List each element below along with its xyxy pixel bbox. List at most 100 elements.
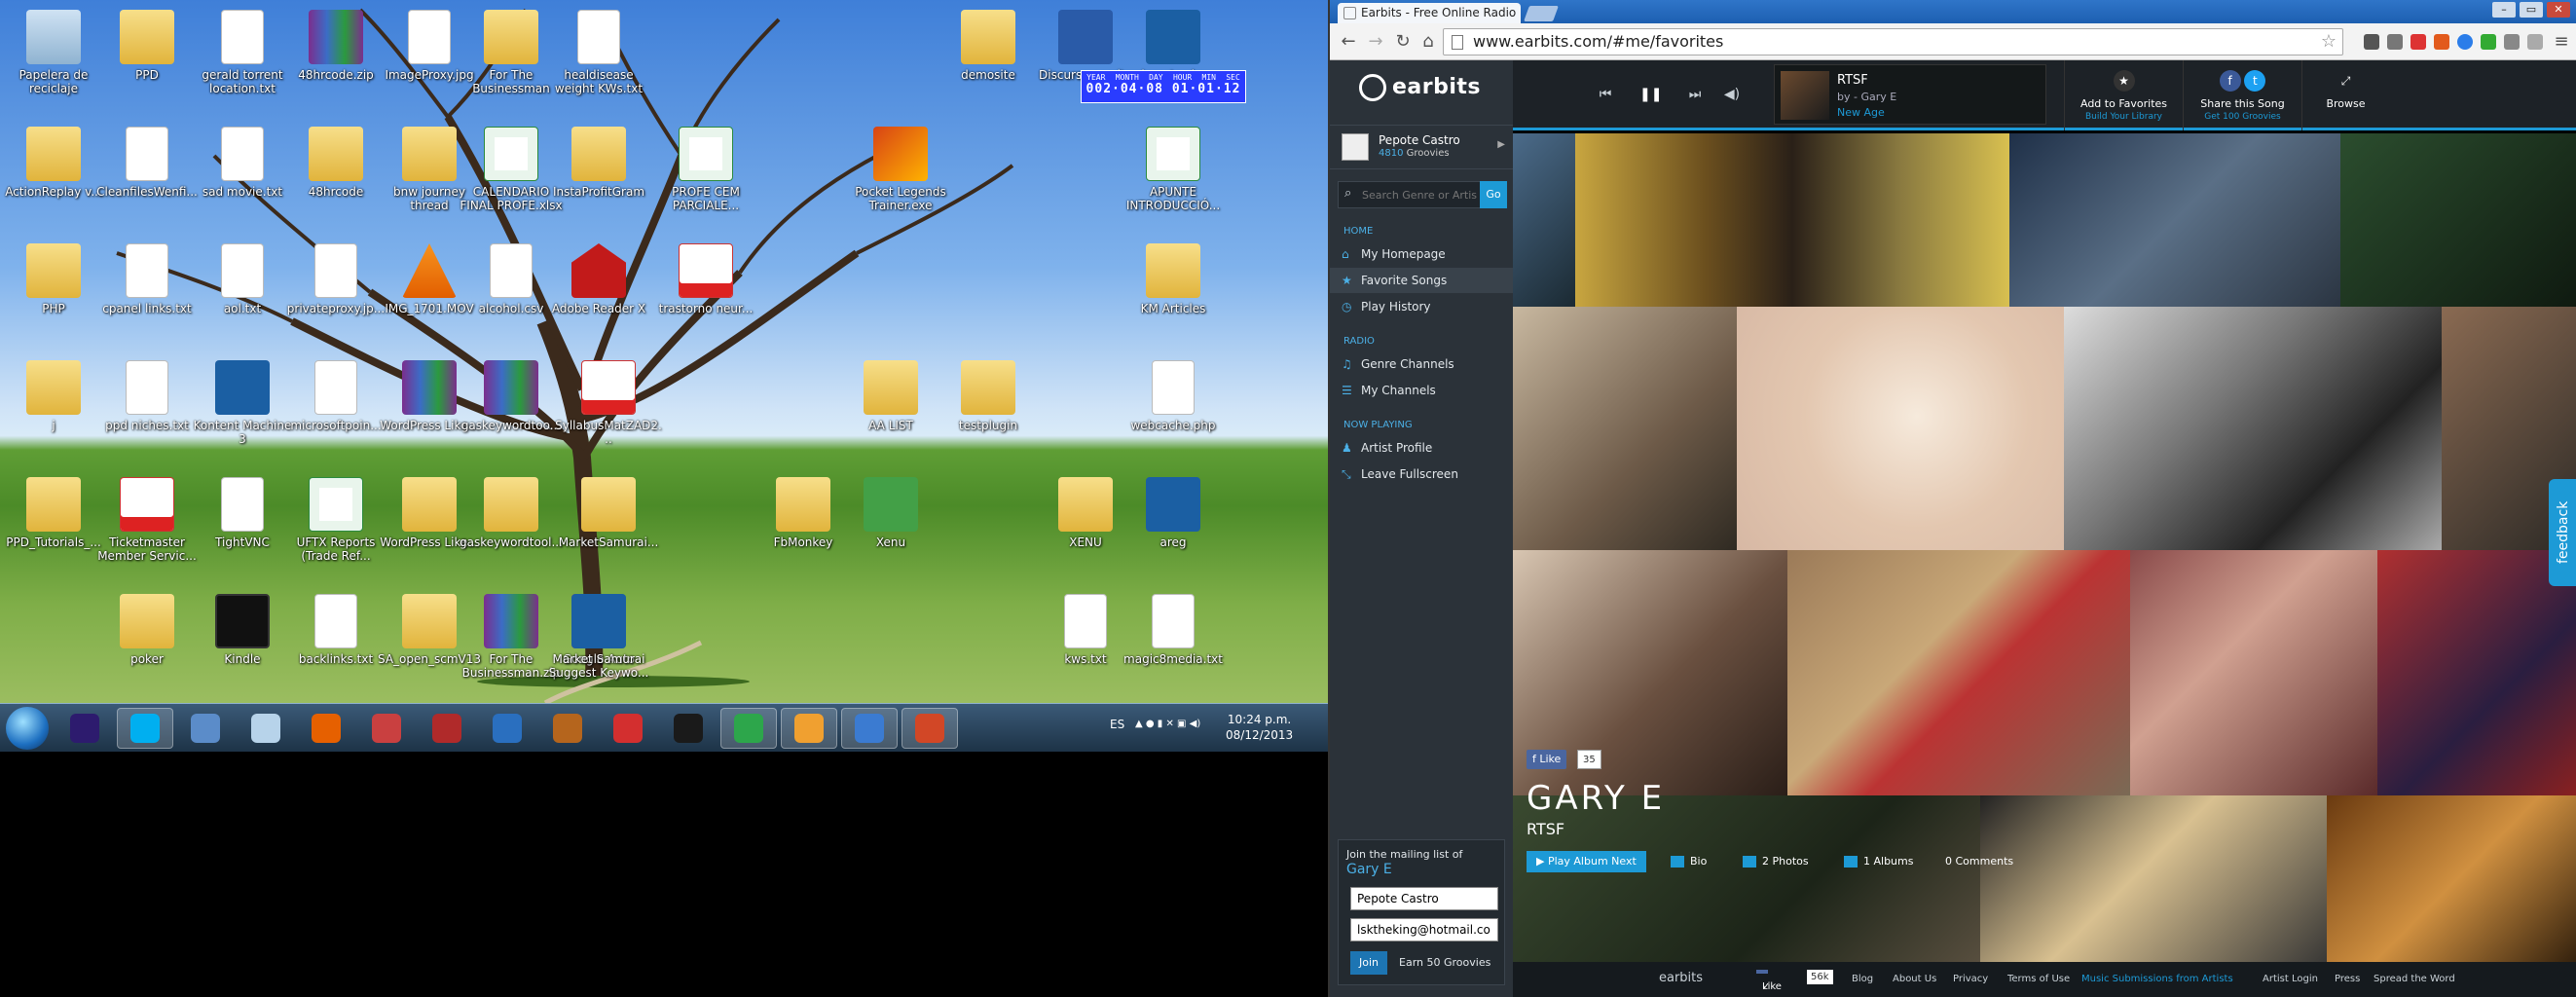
add-to-favorites-button[interactable]: ★ Add to Favorites Build Your Library [2064, 60, 2183, 130]
desktop-icon[interactable]: aol.txt [189, 238, 296, 354]
desktop-icon[interactable]: PPD_Tutorials_... [0, 471, 107, 588]
desktop-icon[interactable]: gaskeywordtoo... [458, 354, 565, 471]
mailing-list-artist[interactable]: Gary E [1346, 862, 1392, 877]
desktop-icon[interactable]: demosite [935, 4, 1042, 121]
name-field[interactable] [1350, 887, 1498, 910]
desktop-icon[interactable]: UFTX Reports (Trade Ref... [282, 471, 389, 588]
desktop-icon[interactable]: ActionReplay v... [0, 121, 107, 238]
extension-icon[interactable] [2481, 34, 2496, 50]
albums-link[interactable]: 1 Albums [1844, 851, 1913, 872]
desktop-icon[interactable]: sad movie.txt [189, 121, 296, 238]
desktop-icon[interactable]: gaskeywordtool... [458, 471, 565, 588]
taskbar-button[interactable] [298, 708, 354, 749]
pause-icon[interactable]: ❚❚ [1639, 84, 1662, 105]
desktop-icon[interactable]: 48hrcode [282, 121, 389, 238]
address-bar[interactable]: www.earbits.com/#me/favorites ☆ [1443, 28, 2343, 55]
language-indicator[interactable]: ES [1110, 718, 1124, 731]
photo[interactable] [1575, 133, 2009, 307]
footer-link-submissions[interactable]: Music Submissions from Artists [2081, 974, 2233, 984]
footer-link-press[interactable]: Press [2335, 974, 2360, 984]
feedback-tab[interactable]: feedback [2549, 479, 2576, 586]
desktop-icon[interactable]: KM Articles [1120, 238, 1227, 354]
extension-icon[interactable] [2527, 34, 2543, 50]
footer-link-terms[interactable]: Terms of Use [2007, 974, 2070, 984]
sidebar-item-play-history[interactable]: ◷ Play History [1330, 294, 1513, 319]
desktop-icon[interactable]: Papelera de reciclaje [0, 4, 107, 121]
taskbar-button[interactable] [781, 708, 837, 749]
desktop-icon[interactable]: backlinks.txt [282, 588, 389, 703]
taskbar-button[interactable] [660, 708, 717, 749]
taskbar-button[interactable] [117, 708, 173, 749]
desktop-icon[interactable]: PROFE CEM PARCIALE... [652, 121, 759, 238]
photos-link[interactable]: 2 Photos [1743, 851, 1809, 872]
user-profile[interactable]: Pepote Castro 4810 Groovies ▶ [1330, 125, 1513, 169]
join-button[interactable]: Join [1350, 951, 1387, 975]
photo[interactable] [2377, 550, 2576, 795]
desktop-icon[interactable]: privateproxy.jp... [282, 238, 389, 354]
share-song-button[interactable]: f t Share this Song Get 100 Groovies [2183, 60, 2301, 130]
desktop-icon[interactable]: TightVNC [189, 471, 296, 588]
menu-icon[interactable]: ≡ [2551, 31, 2572, 53]
comments-link[interactable]: 0 Comments [1945, 851, 2013, 872]
footer-like-button[interactable]: ✓ Like [1756, 970, 1782, 992]
photo[interactable] [2327, 795, 2576, 973]
photo[interactable] [1513, 307, 1737, 550]
twitter-icon[interactable]: t [2244, 70, 2266, 92]
taskbar-button[interactable] [720, 708, 777, 749]
desktop-icon[interactable]: SyllabusMatZAD2... [555, 354, 662, 471]
song-artist[interactable]: by - Gary E [1837, 91, 1896, 103]
back-arrow-icon[interactable]: ← [1338, 31, 1359, 53]
song-genre[interactable]: New Age [1837, 106, 1885, 119]
desktop-icon[interactable]: Ticketmaster Member Servic... [93, 471, 201, 588]
desktop-icon[interactable]: cpanel links.txt [93, 238, 201, 354]
email-field[interactable] [1350, 918, 1498, 942]
desktop-icon[interactable]: InstaProfitGram [545, 121, 652, 238]
photo[interactable] [2340, 133, 2576, 307]
extension-icon[interactable] [2387, 34, 2403, 50]
desktop-icon[interactable]: ppd niches.txt [93, 354, 201, 471]
desktop-icon[interactable]: CleanfilesWenfi... [93, 121, 201, 238]
taskbar-button[interactable] [479, 708, 535, 749]
close-button[interactable]: ✕ [2547, 2, 2570, 18]
extension-icon[interactable] [2504, 34, 2520, 50]
search-go-button[interactable]: Go [1480, 181, 1507, 208]
desktop-icon[interactable]: Xenu [837, 471, 944, 588]
footer-logo[interactable]: earbits [1659, 971, 1703, 985]
forward-arrow-icon[interactable]: → [1365, 31, 1386, 53]
desktop-icon[interactable]: j [0, 354, 107, 471]
browse-button[interactable]: ⤢ Browse [2301, 60, 2389, 130]
extension-icon[interactable] [2434, 34, 2449, 50]
desktop-icon[interactable]: webcache.php [1120, 354, 1227, 471]
photo[interactable] [1737, 307, 2064, 550]
desktop-icon[interactable]: testplugin [935, 354, 1042, 471]
taskbar-button[interactable] [902, 708, 958, 749]
footer-link-artist-login[interactable]: Artist Login [2263, 974, 2318, 984]
photo[interactable] [2064, 307, 2442, 550]
desktop-icon[interactable]: trastorno neur... [652, 238, 759, 354]
desktop-icon[interactable]: magic8media.txt [1120, 588, 1227, 703]
play-album-next-button[interactable]: ▶ Play Album Next [1527, 851, 1646, 872]
taskbar-button[interactable] [600, 708, 656, 749]
taskbar-button[interactable] [358, 708, 415, 749]
sidebar-item-genre-channels[interactable]: ♫ Genre Channels [1330, 351, 1513, 377]
taskbar-button[interactable] [177, 708, 234, 749]
bio-link[interactable]: Bio [1671, 851, 1707, 872]
sidebar-item-my-channels[interactable]: ☰ My Channels [1330, 378, 1513, 403]
desktop-icon[interactable]: Adobe Reader X [545, 238, 652, 354]
start-button[interactable] [6, 707, 49, 750]
extension-icon[interactable] [2457, 34, 2473, 50]
desktop-icon[interactable]: poker [93, 588, 201, 703]
search-input[interactable] [1362, 186, 1477, 203]
next-icon[interactable]: ⏭ [1684, 84, 1706, 105]
desktop-icon[interactable]: Pocket Legends Trainer.exe [847, 121, 954, 238]
desktop-icon[interactable]: Kindle [189, 588, 296, 703]
desktop-icon[interactable]: gerald torrent location.txt [189, 4, 296, 121]
taskbar-button[interactable] [419, 708, 475, 749]
facebook-icon[interactable]: f [2219, 70, 2241, 92]
desktop-icon[interactable]: Kontent Machine 3 [189, 354, 296, 471]
desktop-icon[interactable]: healdisease weight KWs.txt [545, 4, 652, 121]
reload-icon[interactable]: ↻ [1392, 31, 1414, 53]
home-icon[interactable]: ⌂ [1417, 31, 1439, 53]
bookmark-star-icon[interactable]: ☆ [2321, 29, 2337, 55]
desktop-icon[interactable]: 48hrcode.zip [282, 4, 389, 121]
